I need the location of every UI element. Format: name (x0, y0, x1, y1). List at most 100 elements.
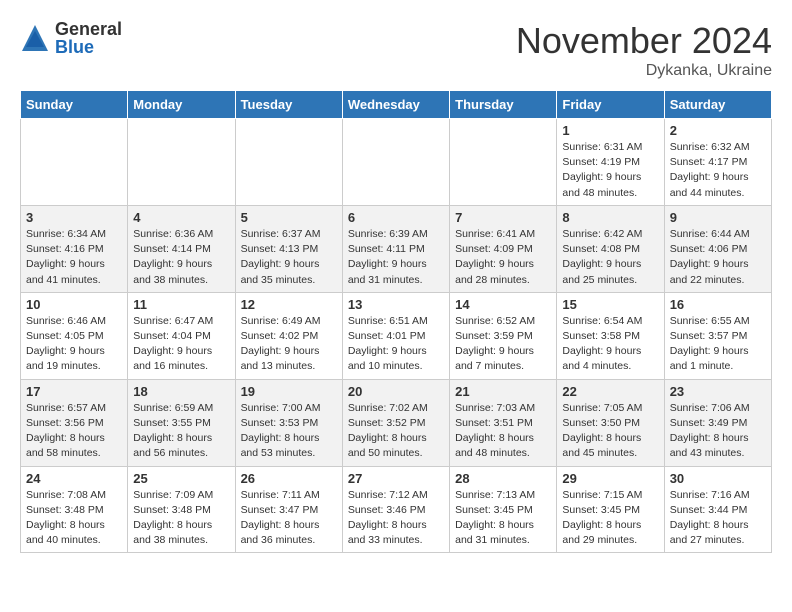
day-info-line: Daylight: 8 hours (348, 519, 427, 531)
day-info-line: Daylight: 8 hours (241, 519, 320, 531)
day-info: Sunrise: 7:16 AMSunset: 3:44 PMDaylight:… (670, 488, 766, 549)
table-row: 18Sunrise: 6:59 AMSunset: 3:55 PMDayligh… (128, 379, 235, 466)
table-row: 20Sunrise: 7:02 AMSunset: 3:52 PMDayligh… (342, 379, 449, 466)
table-row (21, 119, 128, 206)
day-info: Sunrise: 7:11 AMSunset: 3:47 PMDaylight:… (241, 488, 337, 549)
day-info: Sunrise: 6:51 AMSunset: 4:01 PMDaylight:… (348, 314, 444, 375)
table-row: 19Sunrise: 7:00 AMSunset: 3:53 PMDayligh… (235, 379, 342, 466)
day-info-line: Sunrise: 6:46 AM (26, 315, 106, 327)
day-info-line: Sunrise: 6:36 AM (133, 228, 213, 240)
day-info-line: Sunrise: 7:06 AM (670, 402, 750, 414)
col-tuesday: Tuesday (235, 91, 342, 119)
day-info-line: Sunset: 4:06 PM (670, 243, 748, 255)
day-info-line: Sunset: 4:17 PM (670, 156, 748, 168)
day-info-line: Sunrise: 6:59 AM (133, 402, 213, 414)
header: General Blue November 2024 Dykanka, Ukra… (20, 20, 772, 80)
day-info-line: Sunset: 3:57 PM (670, 330, 748, 342)
table-row: 9Sunrise: 6:44 AMSunset: 4:06 PMDaylight… (664, 205, 771, 292)
day-info-line: Daylight: 8 hours (241, 432, 320, 444)
day-info-line: Sunrise: 6:51 AM (348, 315, 428, 327)
day-info: Sunrise: 6:54 AMSunset: 3:58 PMDaylight:… (562, 314, 658, 375)
day-info-line: and 40 minutes. (26, 534, 101, 546)
day-info-line: and 43 minutes. (670, 447, 745, 459)
day-info-line: Sunrise: 7:12 AM (348, 489, 428, 501)
day-info-line: and 56 minutes. (133, 447, 208, 459)
day-info-line: Sunset: 4:08 PM (562, 243, 640, 255)
day-info-line: Sunset: 4:16 PM (26, 243, 104, 255)
day-info-line: Sunset: 3:49 PM (670, 417, 748, 429)
table-row: 3Sunrise: 6:34 AMSunset: 4:16 PMDaylight… (21, 205, 128, 292)
day-info: Sunrise: 7:08 AMSunset: 3:48 PMDaylight:… (26, 488, 122, 549)
day-number: 3 (26, 210, 122, 225)
table-row: 15 Sunrise: 6:54 AMSunset: 3:58 PMDayligh… (557, 292, 664, 379)
day-info-line: Sunset: 4:04 PM (133, 330, 211, 342)
day-info-line: Sunset: 3:59 PM (455, 330, 533, 342)
day-info: Sunrise: 6:39 AMSunset: 4:11 PMDaylight:… (348, 227, 444, 288)
day-info: Sunrise: 6:41 AMSunset: 4:09 PMDaylight:… (455, 227, 551, 288)
table-row: 28Sunrise: 7:13 AMSunset: 3:45 PMDayligh… (450, 466, 557, 553)
day-info-line: Sunset: 4:09 PM (455, 243, 533, 255)
day-info: Sunrise: 6:42 AMSunset: 4:08 PMDaylight:… (562, 227, 658, 288)
day-info: Sunrise: 6:49 AMSunset: 4:02 PMDaylight:… (241, 314, 337, 375)
day-number: 23 (670, 384, 766, 399)
table-row: 5Sunrise: 6:37 AMSunset: 4:13 PMDaylight… (235, 205, 342, 292)
day-number: 15 (562, 297, 658, 312)
day-info-line: Sunrise: 7:15 AM (562, 489, 642, 501)
day-info-line: and 48 minutes. (455, 447, 530, 459)
table-row: 21Sunrise: 7:03 AMSunset: 3:51 PMDayligh… (450, 379, 557, 466)
logo: General Blue (20, 20, 122, 56)
col-wednesday: Wednesday (342, 91, 449, 119)
day-info-line: and 38 minutes. (133, 274, 208, 286)
day-info-line: Sunset: 3:44 PM (670, 504, 748, 516)
day-info: Sunrise: 7:06 AMSunset: 3:49 PMDaylight:… (670, 401, 766, 462)
day-info-line: and 29 minutes. (562, 534, 637, 546)
table-row: 17Sunrise: 6:57 AMSunset: 3:56 PMDayligh… (21, 379, 128, 466)
day-info: Sunrise: 7:02 AMSunset: 3:52 PMDaylight:… (348, 401, 444, 462)
day-info-line: Sunrise: 7:13 AM (455, 489, 535, 501)
day-info-line: Daylight: 9 hours (241, 258, 320, 270)
day-info-line: Daylight: 8 hours (26, 432, 105, 444)
day-number: 4 (133, 210, 229, 225)
day-info-line: Sunset: 4:01 PM (348, 330, 426, 342)
day-number: 1 (562, 123, 658, 138)
day-number: 13 (348, 297, 444, 312)
day-info-line: and 13 minutes. (241, 360, 316, 372)
day-info: Sunrise: 7:15 AMSunset: 3:45 PMDaylight:… (562, 488, 658, 549)
day-info-line: Sunrise: 6:31 AM (562, 141, 642, 153)
day-info-line: Sunset: 3:58 PM (562, 330, 640, 342)
col-friday: Friday (557, 91, 664, 119)
month-title: November 2024 (516, 20, 772, 62)
calendar-header-row: Sunday Monday Tuesday Wednesday Thursday… (21, 91, 772, 119)
day-info-line: Daylight: 9 hours (670, 171, 749, 183)
location: Dykanka, Ukraine (516, 62, 772, 80)
day-number: 25 (133, 471, 229, 486)
day-number: 26 (241, 471, 337, 486)
day-info-line: Sunrise: 6:34 AM (26, 228, 106, 240)
table-row: 23Sunrise: 7:06 AMSunset: 3:49 PMDayligh… (664, 379, 771, 466)
day-info-line: Sunset: 3:46 PM (348, 504, 426, 516)
day-info-line: Sunrise: 6:57 AM (26, 402, 106, 414)
day-info-line: Sunrise: 6:37 AM (241, 228, 321, 240)
day-info: Sunrise: 6:55 AMSunset: 3:57 PMDaylight:… (670, 314, 766, 375)
day-info: Sunrise: 7:03 AMSunset: 3:51 PMDaylight:… (455, 401, 551, 462)
day-info-line: Daylight: 9 hours (26, 345, 105, 357)
table-row (235, 119, 342, 206)
day-info-line: Sunrise: 7:03 AM (455, 402, 535, 414)
logo-blue-label: Blue (55, 38, 122, 56)
day-info-line: and 27 minutes. (670, 534, 745, 546)
table-row: 16Sunrise: 6:55 AMSunset: 3:57 PMDayligh… (664, 292, 771, 379)
day-number: 10 (26, 297, 122, 312)
logo-icon (20, 23, 50, 53)
day-info-line: Sunrise: 6:32 AM (670, 141, 750, 153)
day-info-line: and 53 minutes. (241, 447, 316, 459)
day-info-line: and 7 minutes. (455, 360, 524, 372)
day-info-line: Sunrise: 6:44 AM (670, 228, 750, 240)
calendar-week-row: 3 Sunrise: 6:34 AM Sunset: 4:16 PM Daylight… (21, 205, 772, 292)
day-info-line: and 31 minutes. (348, 274, 423, 286)
table-row: 22Sunrise: 7:05 AMSunset: 3:50 PMDayligh… (557, 379, 664, 466)
table-row: 4Sunrise: 6:36 AMSunset: 4:14 PMDaylight… (128, 205, 235, 292)
day-info: Sunrise: 6:44 AMSunset: 4:06 PMDaylight:… (670, 227, 766, 288)
day-info-line: Daylight: 8 hours (348, 432, 427, 444)
day-info-line: Sunrise: 7:11 AM (241, 489, 320, 501)
calendar-table: Sunday Monday Tuesday Wednesday Thursday… (20, 90, 772, 553)
